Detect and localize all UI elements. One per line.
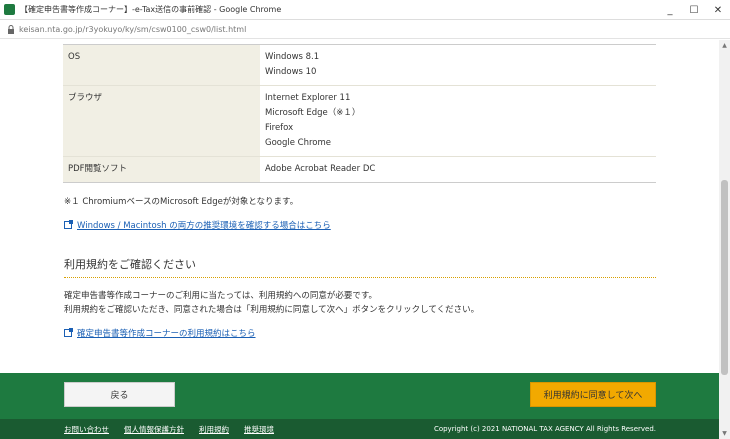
external-link-icon xyxy=(64,328,73,337)
terms-paragraph-2: 利用規約をご確認いただき、同意された場合は「利用規約に同意して次へ」ボタンをクリ… xyxy=(64,305,480,315)
footer-link-terms[interactable]: 利用規約 xyxy=(199,424,229,435)
window-titlebar: 【確定申告書等作成コーナー】-e-Tax送信の事前確認 - Google Chr… xyxy=(0,0,730,20)
vertical-scrollbar[interactable]: ▲ ▼ xyxy=(719,40,730,439)
lock-icon xyxy=(6,24,15,34)
table-row: PDF閲覧ソフト Adobe Acrobat Reader DC xyxy=(63,156,656,183)
os-value: Windows 10 xyxy=(265,67,317,77)
minimize-button[interactable]: _ xyxy=(658,0,682,20)
url-text[interactable]: keisan.nta.go.jp/r3yokuyo/ky/sm/csw0100_… xyxy=(19,25,246,34)
os-label: OS xyxy=(63,44,260,86)
terms-of-use-link-text[interactable]: 確定申告書等作成コーナーの利用規約はこちら xyxy=(77,327,256,339)
table-row: ブラウザ Internet Explorer 11 Microsoft Edge… xyxy=(63,85,656,157)
window-title: 【確定申告書等作成コーナー】-e-Tax送信の事前確認 - Google Chr… xyxy=(20,5,282,14)
site-favicon-icon xyxy=(4,4,15,15)
close-button[interactable]: ✕ xyxy=(706,0,730,20)
browser-value: Firefox xyxy=(265,123,294,133)
terms-paragraph-1: 確定申告書等作成コーナーのご利用に当たっては、利用規約への同意が必要です。 xyxy=(64,291,378,301)
pdf-viewer-value: Adobe Acrobat Reader DC xyxy=(265,164,376,174)
copyright-text: Copyright (c) 2021 NATIONAL TAX AGENCY A… xyxy=(433,425,656,433)
footer-action-bar: 戻る 利用規約に同意して次へ xyxy=(0,373,719,419)
footer-link-privacy[interactable]: 個人情報保護方針 xyxy=(124,424,184,435)
terms-heading: 利用規約をご確認ください xyxy=(64,256,656,278)
pdf-viewer-values: Adobe Acrobat Reader DC xyxy=(260,156,656,183)
scroll-down-arrow-icon[interactable]: ▼ xyxy=(719,428,730,439)
terms-of-use-link[interactable]: 確定申告書等作成コーナーの利用規約はこちら xyxy=(64,327,256,339)
external-link-icon xyxy=(64,220,73,229)
footer-links: お問い合わせ 個人情報保護方針 利用規約 推奨環境 Copyright (c) … xyxy=(0,419,719,439)
os-value: Windows 8.1 xyxy=(265,52,320,62)
back-button[interactable]: 戻る xyxy=(64,382,175,407)
scroll-thumb[interactable] xyxy=(721,180,728,375)
browser-value: Internet Explorer 11 xyxy=(265,93,351,103)
recommended-environment-table: OS Windows 8.1 Windows 10 ブラウザ Internet … xyxy=(63,44,656,183)
edge-footnote: ※１ ChromiumベースのMicrosoft Edgeが対象となります。 xyxy=(64,197,299,207)
table-row: OS Windows 8.1 Windows 10 xyxy=(63,44,656,86)
os-values: Windows 8.1 Windows 10 xyxy=(260,45,656,86)
mac-environment-link[interactable]: Windows / Macintosh の両方の推奨環境を確認する場合はこちら xyxy=(64,219,331,231)
scroll-up-arrow-icon[interactable]: ▲ xyxy=(719,40,730,51)
pdf-viewer-label: PDF閲覧ソフト xyxy=(63,156,260,183)
footer-link-environment[interactable]: 推奨環境 xyxy=(244,424,274,435)
browser-value: Google Chrome xyxy=(265,138,332,148)
browser-label: ブラウザ xyxy=(63,85,260,157)
window-controls: _ ☐ ✕ xyxy=(658,0,730,20)
address-bar[interactable]: keisan.nta.go.jp/r3yokuyo/ky/sm/csw0100_… xyxy=(0,20,730,39)
maximize-button[interactable]: ☐ xyxy=(682,0,706,20)
page-content: OS Windows 8.1 Windows 10 ブラウザ Internet … xyxy=(0,40,719,373)
browser-values: Internet Explorer 11 Microsoft Edge（※１） … xyxy=(260,85,656,157)
agree-and-next-button[interactable]: 利用規約に同意して次へ xyxy=(530,382,656,407)
mac-environment-link-text[interactable]: Windows / Macintosh の両方の推奨環境を確認する場合はこちら xyxy=(77,219,331,231)
footer-link-contact[interactable]: お問い合わせ xyxy=(64,424,109,435)
browser-value: Microsoft Edge（※１） xyxy=(265,108,361,118)
